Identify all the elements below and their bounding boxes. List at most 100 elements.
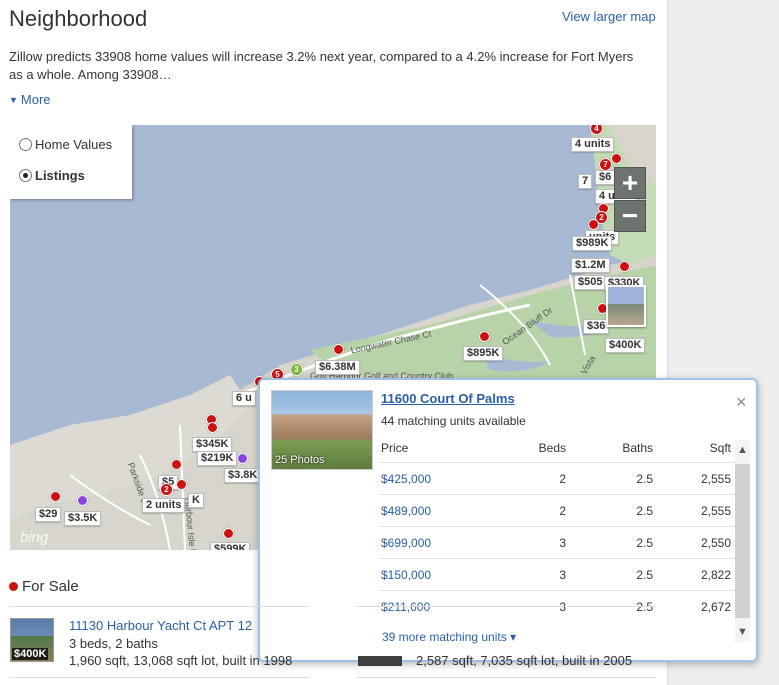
map-price-tag[interactable]: $6.38M <box>315 360 360 375</box>
unit-price-link[interactable]: $489,000 <box>381 504 431 518</box>
map-price-tag[interactable]: 7 <box>578 174 593 189</box>
map-price-tag[interactable]: $3.5K <box>64 511 102 526</box>
map-listing-pin[interactable] <box>77 495 88 506</box>
map-price-tag[interactable]: $3.8K <box>224 468 262 483</box>
property-title-link[interactable]: 11600 Court Of Palms <box>381 391 515 406</box>
more-label: More <box>20 92 51 107</box>
col-beds-header: Beds <box>538 441 566 455</box>
unit-baths: 2.5 <box>636 600 653 614</box>
map-listing-pin[interactable] <box>237 453 248 464</box>
map-price-tag[interactable]: $219K <box>197 451 238 466</box>
unit-price-link[interactable]: $150,000 <box>381 568 431 582</box>
map-listing-pin[interactable] <box>171 459 182 470</box>
listing-details: 2,587 sqft, 7,035 sqft lot, built in 200… <box>416 653 633 668</box>
home-values-radio[interactable] <box>19 138 32 151</box>
map-price-tag[interactable]: $505 <box>574 275 607 290</box>
listing-price-badge: $400K <box>12 648 49 660</box>
unit-sqft: 2,822 <box>700 568 731 582</box>
map-listing-pin[interactable] <box>479 331 490 342</box>
map-cluster-pin[interactable]: 2 <box>160 483 173 496</box>
unit-price-link[interactable]: $425,000 <box>381 472 431 486</box>
divider <box>9 606 309 607</box>
map-listing-pin[interactable] <box>619 261 630 272</box>
map-listing-pin[interactable] <box>333 344 344 355</box>
map-price-tag[interactable]: $345K <box>192 437 233 452</box>
col-sqft-header: Sqft <box>709 441 731 455</box>
more-matching-units-link[interactable]: 39 more matching units ▾ <box>382 630 516 644</box>
for-sale-dot-icon <box>9 582 18 591</box>
zoom-in-button[interactable]: + <box>614 167 646 199</box>
more-toggle[interactable]: ▼ More <box>9 92 51 107</box>
unit-sqft: 2,555 <box>700 472 731 486</box>
map-listing-pin[interactable] <box>611 153 622 164</box>
map-price-tag[interactable]: 4 units <box>571 137 615 152</box>
map-price-tag[interactable]: $989K <box>572 236 613 251</box>
unit-sqft: 2,672 <box>700 600 731 614</box>
map-price-tag[interactable]: 6 u <box>232 391 256 406</box>
listing-popup: 25 Photos 11600 Court Of Palms 44 matchi… <box>258 378 758 662</box>
property-photo[interactable]: 25 Photos <box>271 390 373 470</box>
map-cluster-pin[interactable]: 3 <box>290 363 303 376</box>
popup-scrollbar[interactable]: ▲ ▼ <box>735 440 750 642</box>
neighborhood-summary: Zillow predicts 33908 home values will i… <box>9 49 634 82</box>
divider <box>356 677 656 678</box>
unit-price-link[interactable]: $699,000 <box>381 536 431 550</box>
home-values-option[interactable]: Home Values <box>19 137 112 152</box>
scroll-up-icon[interactable]: ▲ <box>737 444 748 456</box>
table-row[interactable]: $699,000 3 2.5 2,550 <box>379 526 737 558</box>
col-baths-header: Baths <box>622 441 653 455</box>
unit-sqft: 2,555 <box>700 504 731 518</box>
view-larger-map-link[interactable]: View larger map <box>562 9 656 24</box>
home-values-label: Home Values <box>35 137 113 152</box>
map-price-tag[interactable]: $29 <box>35 507 62 522</box>
map-layer-selector: Home Values Listings <box>10 125 132 199</box>
unit-sqft: 2,550 <box>700 536 731 550</box>
unit-baths: 2.5 <box>636 536 653 550</box>
matching-units-count: 44 matching units available <box>381 414 526 428</box>
scrollbar-thumb[interactable] <box>735 464 750 618</box>
map-price-tag[interactable]: $1.2M <box>571 258 610 273</box>
map-price-tag[interactable]: K <box>188 493 204 508</box>
unit-baths: 2.5 <box>636 568 653 582</box>
unit-beds: 3 <box>559 600 566 614</box>
neighborhood-page: Neighborhood View larger map Zillow pred… <box>0 0 779 685</box>
table-row[interactable]: $489,000 2 2.5 2,555 <box>379 494 737 526</box>
table-row[interactable]: $425,000 2 2.5 2,555 <box>379 462 737 494</box>
caret-down-icon: ▼ <box>9 95 18 105</box>
zoom-out-button[interactable]: − <box>614 200 646 232</box>
divider <box>356 606 656 607</box>
listing-details: 1,960 sqft, 13,068 sqft lot, built in 19… <box>69 653 293 668</box>
unit-beds: 2 <box>559 472 566 486</box>
listing-beds-baths: 3 beds, 2 baths <box>69 636 158 651</box>
listing-title-link[interactable]: 11130 Harbour Yacht Ct APT 12 <box>69 618 252 633</box>
bing-logo: bing <box>20 529 49 546</box>
close-icon[interactable]: × <box>736 392 747 413</box>
table-row[interactable]: $150,000 3 2.5 2,822 <box>379 558 737 590</box>
scroll-down-icon[interactable]: ▼ <box>737 626 748 638</box>
units-table: Price Beds Baths Sqft $425,000 2 2.5 2,5… <box>379 432 737 622</box>
listings-radio[interactable] <box>19 169 32 182</box>
map-listing-pin[interactable] <box>588 219 599 230</box>
listings-option[interactable]: Listings <box>19 168 85 183</box>
map-listing-pin[interactable] <box>223 528 234 539</box>
map-price-tag[interactable]: $599K <box>210 542 251 550</box>
map-price-tag[interactable]: $895K <box>463 346 504 361</box>
page-title: Neighborhood <box>9 6 148 31</box>
map-listing-pin[interactable] <box>207 422 218 433</box>
map-price-tag[interactable]: $400K <box>605 338 646 353</box>
table-header: Price Beds Baths Sqft <box>379 432 737 462</box>
unit-beds: 2 <box>559 504 566 518</box>
map-price-tag[interactable]: $6 <box>595 170 616 185</box>
col-price-header: Price <box>381 441 409 455</box>
unit-baths: 2.5 <box>636 504 653 518</box>
for-sale-heading: For Sale <box>22 578 79 595</box>
map-photo-thumbnail[interactable] <box>606 285 646 327</box>
unit-baths: 2.5 <box>636 472 653 486</box>
divider <box>9 677 309 678</box>
map-price-tag[interactable]: 2 units <box>142 498 186 513</box>
map-listing-pin[interactable] <box>50 491 61 502</box>
map-listing-pin[interactable] <box>176 479 187 490</box>
listing-thumbnail[interactable] <box>358 656 402 666</box>
unit-price-link[interactable]: $211,600 <box>381 600 430 614</box>
unit-beds: 3 <box>559 536 566 550</box>
